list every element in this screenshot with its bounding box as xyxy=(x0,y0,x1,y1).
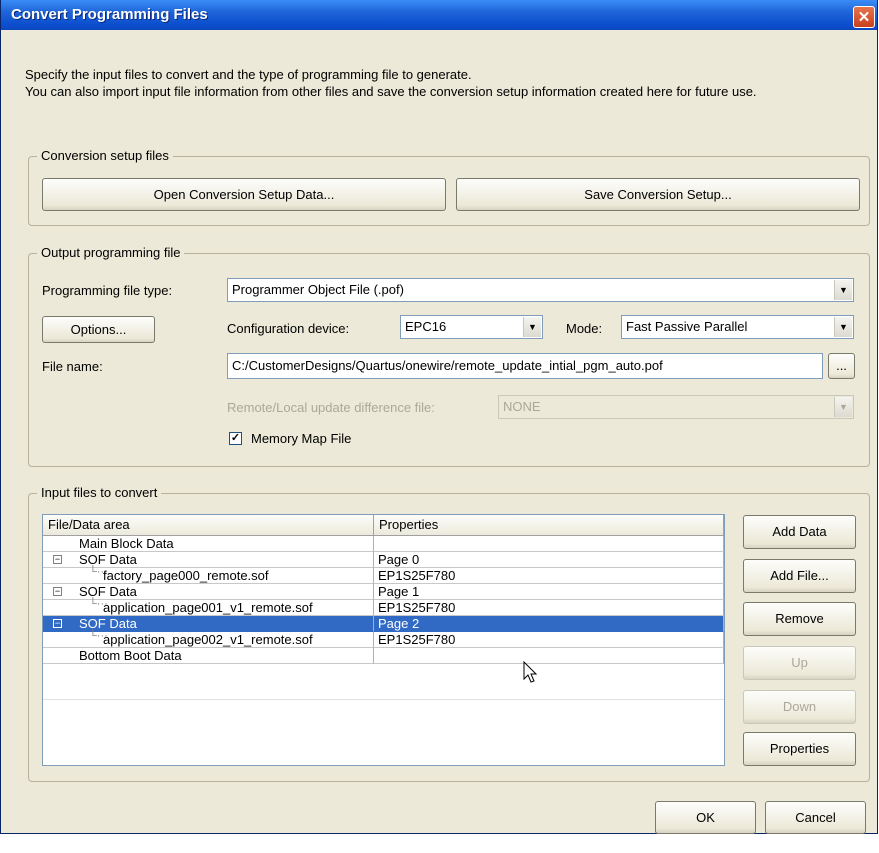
remote-update-label: Remote/Local update difference file: xyxy=(227,400,435,415)
dialog-window: Convert Programming Files ✕ Specify the … xyxy=(0,0,878,834)
mode-value: Fast Passive Parallel xyxy=(626,319,748,334)
memory-map-checkbox[interactable]: ✓ xyxy=(229,432,242,445)
title-bar[interactable]: Convert Programming Files ✕ xyxy=(1,0,877,30)
row-prop xyxy=(374,648,724,664)
row-prop: EP1S25F780 xyxy=(374,632,724,648)
intro-line-1: Specify the input files to convert and t… xyxy=(25,67,472,82)
config-device-select[interactable]: EPC16 ▼ xyxy=(400,315,543,339)
remote-update-value: NONE xyxy=(503,399,541,414)
file-type-label: Programming file type: xyxy=(42,283,173,298)
row-name: application_page002_v1_remote.sof xyxy=(43,632,374,648)
table-row[interactable]: Bottom Boot Data xyxy=(43,648,724,664)
input-files-table: File/Data area Properties Main Block Dat… xyxy=(42,514,725,766)
table-row[interactable]: └··· application_page001_v1_remote.sof E… xyxy=(43,598,724,616)
down-button[interactable]: Down xyxy=(743,690,856,724)
memory-map-label: Memory Map File xyxy=(251,431,352,446)
column-header-file-data-area[interactable]: File/Data area xyxy=(43,515,374,535)
conversion-setup-legend: Conversion setup files xyxy=(37,148,173,163)
row-name: Bottom Boot Data xyxy=(43,648,374,664)
output-programming-legend: Output programming file xyxy=(37,245,185,260)
file-name-input[interactable]: C:/CustomerDesigns/Quartus/onewire/remot… xyxy=(227,353,823,379)
table-inner-border xyxy=(43,699,724,700)
row-name: Main Block Data xyxy=(43,536,374,552)
chevron-down-icon: ▼ xyxy=(834,397,852,417)
table-row[interactable]: └··· application_page002_v1_remote.sof E… xyxy=(43,630,724,648)
row-prop: Page 1 xyxy=(374,584,724,600)
table-row[interactable]: Main Block Data xyxy=(43,536,724,552)
row-prop: EP1S25F780 xyxy=(374,568,724,584)
row-prop: Page 2 xyxy=(374,616,724,632)
file-type-select[interactable]: Programmer Object File (.pof) ▼ xyxy=(227,278,854,302)
options-button[interactable]: Options... xyxy=(42,316,155,343)
mode-select[interactable]: Fast Passive Parallel ▼ xyxy=(621,315,854,339)
file-type-value: Programmer Object File (.pof) xyxy=(232,282,404,297)
save-conversion-setup-button[interactable]: Save Conversion Setup... xyxy=(456,178,860,211)
file-name-label: File name: xyxy=(42,359,103,374)
window-title: Convert Programming Files xyxy=(11,6,208,23)
chevron-down-icon[interactable]: ▼ xyxy=(834,317,852,337)
table-row[interactable]: − SOF Data Page 0 xyxy=(43,552,724,568)
table-row-selected[interactable]: − SOF Data Page 2 xyxy=(43,616,724,632)
config-device-value: EPC16 xyxy=(405,319,447,334)
browse-button[interactable]: ... xyxy=(828,353,855,379)
chevron-down-icon[interactable]: ▼ xyxy=(834,280,852,300)
row-name: factory_page000_remote.sof xyxy=(43,568,374,584)
row-name: application_page001_v1_remote.sof xyxy=(43,600,374,616)
intro-line-2: You can also import input file informati… xyxy=(25,84,757,99)
cancel-button[interactable]: Cancel xyxy=(765,801,866,834)
input-files-legend: Input files to convert xyxy=(37,485,162,500)
properties-button[interactable]: Properties xyxy=(743,732,856,766)
row-prop: Page 0 xyxy=(374,552,724,568)
table-header: File/Data area Properties xyxy=(43,515,724,536)
table-row[interactable]: └··· factory_page000_remote.sof EP1S25F7… xyxy=(43,566,724,584)
add-data-button[interactable]: Add Data xyxy=(743,515,856,549)
mouse-cursor-icon xyxy=(523,661,538,683)
close-icon[interactable]: ✕ xyxy=(853,6,875,28)
intro-text: Specify the input files to convert and t… xyxy=(25,66,855,100)
chevron-down-icon[interactable]: ▼ xyxy=(523,317,541,337)
open-conversion-setup-button[interactable]: Open Conversion Setup Data... xyxy=(42,178,446,211)
remote-update-select[interactable]: NONE ▼ xyxy=(498,395,854,419)
add-file-button[interactable]: Add File... xyxy=(743,559,856,593)
column-header-properties[interactable]: Properties xyxy=(374,515,724,535)
remove-button[interactable]: Remove xyxy=(743,602,856,636)
row-prop xyxy=(374,536,724,552)
ok-button[interactable]: OK xyxy=(655,801,756,834)
config-device-label: Configuration device: xyxy=(227,321,350,336)
mode-label: Mode: xyxy=(566,321,603,336)
row-prop: EP1S25F780 xyxy=(374,600,724,616)
table-row[interactable]: − SOF Data Page 1 xyxy=(43,584,724,600)
up-button[interactable]: Up xyxy=(743,646,856,680)
file-name-value: C:/CustomerDesigns/Quartus/onewire/remot… xyxy=(232,358,663,373)
